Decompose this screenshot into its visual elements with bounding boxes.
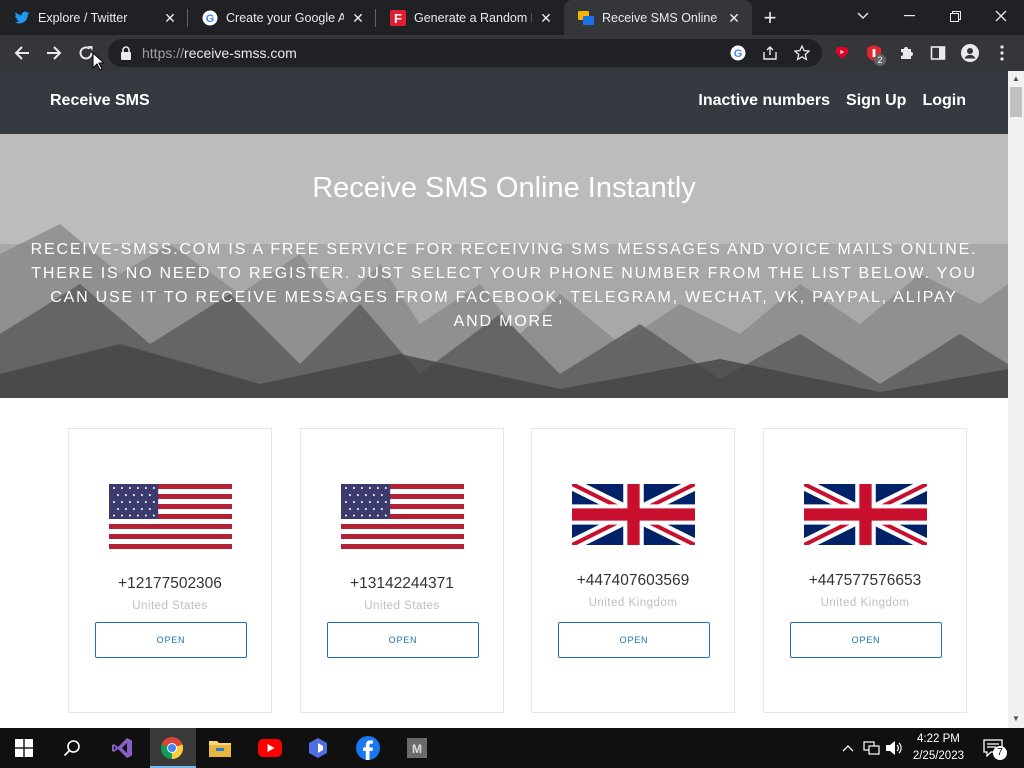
tab-title: Generate a Random Na	[414, 10, 532, 25]
country-name: United Kingdom	[820, 597, 910, 609]
close-tab-icon[interactable]: ✕	[350, 10, 366, 26]
phone-number: +12177502306	[118, 575, 222, 592]
extension-badge: 2	[874, 54, 886, 66]
open-number-button[interactable]: OPEN	[558, 622, 710, 658]
hero-description: RECEIVE-SMSS.COM IS A FREE SERVICE FOR R…	[30, 241, 978, 330]
chrome-icon[interactable]	[160, 736, 184, 760]
tab-search-icon[interactable]	[840, 0, 886, 32]
scroll-down-arrow-icon[interactable]: ▼	[1012, 715, 1020, 723]
us-flag-icon	[109, 484, 232, 549]
restore-icon[interactable]	[932, 0, 978, 32]
phone-number: +13142244371	[350, 575, 454, 592]
open-number-button[interactable]: OPEN	[790, 622, 942, 658]
uk-flag-icon	[572, 484, 695, 545]
visual-studio-icon[interactable]	[110, 736, 134, 760]
phone-number: +447577576653	[808, 572, 922, 589]
clock-time: 4:22 PM	[917, 733, 960, 745]
mouse-cursor-icon	[92, 52, 104, 71]
phone-card: +447577576653 United Kingdom OPEN	[763, 428, 967, 713]
open-number-button[interactable]: OPEN	[95, 622, 247, 658]
new-tab-button[interactable]: +	[752, 0, 788, 35]
tab-title: Receive SMS Online | Te	[602, 10, 720, 25]
phone-card: +447407603569 United Kingdom OPEN	[531, 428, 735, 713]
google-icon: G	[202, 10, 218, 26]
scrollbar-thumb[interactable]	[1010, 87, 1022, 117]
close-tab-icon[interactable]: ✕	[162, 10, 178, 26]
us-flag-icon	[341, 484, 464, 549]
country-name: United Kingdom	[588, 597, 678, 609]
svg-text:M: M	[412, 742, 422, 756]
twitter-icon	[14, 10, 30, 26]
start-icon[interactable]	[12, 736, 36, 760]
url-text: https://receive-smss.com	[142, 45, 297, 61]
tab-google[interactable]: G Create your Google Acco ✕	[188, 0, 376, 35]
menu-kebab-icon[interactable]	[992, 43, 1012, 63]
phone-card: +13142244371 United States OPEN	[300, 428, 504, 713]
youtube-icon[interactable]	[258, 736, 282, 760]
facebook-icon[interactable]	[356, 736, 380, 760]
back-button[interactable]	[6, 37, 38, 69]
browser-toolbar: https://receive-smss.com G 2	[0, 35, 1024, 71]
close-tab-icon[interactable]: ✕	[538, 10, 554, 26]
site-navbar: Receive SMS Inactive numbers Sign Up Log…	[0, 71, 1008, 134]
network-icon[interactable]	[860, 736, 884, 760]
notification-badge: 7	[993, 746, 1007, 760]
adblock-extension-icon[interactable]: 2	[864, 43, 886, 66]
site-nav-links: Inactive numbers Sign Up Login	[698, 92, 966, 110]
svg-text:G: G	[734, 48, 743, 60]
svg-text:F: F	[394, 11, 402, 26]
forward-button[interactable]	[38, 37, 70, 69]
hero-title: Receive SMS Online Instantly	[312, 172, 696, 204]
windows-taskbar: M 4:22 PM 2/25/2023 7	[0, 728, 1024, 768]
m-app-icon[interactable]: M	[405, 736, 429, 760]
tab-fakename[interactable]: F Generate a Random Na ✕	[376, 0, 564, 35]
file-explorer-icon[interactable]	[208, 736, 232, 760]
clock-date: 2/25/2023	[912, 750, 964, 762]
back-arrow-icon	[14, 46, 29, 60]
phone-card: +12177502306 United States OPEN	[68, 428, 272, 713]
scroll-up-arrow-icon[interactable]: ▲	[1012, 75, 1020, 83]
address-bar[interactable]: https://receive-smss.com	[108, 39, 822, 67]
nav-inactive-numbers[interactable]: Inactive numbers	[698, 92, 830, 110]
page-scrollbar[interactable]: ▲ ▼	[1008, 71, 1024, 728]
forward-arrow-icon	[47, 46, 62, 60]
lock-icon	[121, 46, 131, 60]
bookmark-star-icon[interactable]	[792, 43, 812, 63]
country-name: United States	[364, 600, 440, 612]
phone-number-cards: +12177502306 United States OPEN +1314224…	[68, 428, 968, 728]
notification-center-icon[interactable]: 7	[981, 736, 1007, 760]
tab-receive-sms[interactable]: Receive SMS Online | Te ✕	[564, 0, 752, 35]
youtube-extension-icon[interactable]	[832, 43, 852, 63]
share-icon[interactable]	[760, 43, 780, 63]
nav-login[interactable]: Login	[922, 92, 966, 110]
search-icon[interactable]	[60, 736, 84, 760]
svg-text:G: G	[206, 13, 215, 25]
receive-sms-icon	[578, 10, 594, 26]
chevron-up-icon[interactable]	[836, 736, 860, 760]
tab-twitter[interactable]: Explore / Twitter ✕	[0, 0, 188, 35]
open-number-button[interactable]: OPEN	[327, 622, 479, 658]
google-lens-icon[interactable]: G	[728, 43, 748, 63]
fakename-icon: F	[390, 9, 406, 26]
close-window-icon[interactable]	[978, 0, 1024, 32]
country-name: United States	[132, 600, 208, 612]
app-icon[interactable]	[306, 736, 330, 760]
web-page: Receive SMS Inactive numbers Sign Up Log…	[0, 71, 1008, 728]
uk-flag-icon	[804, 484, 927, 545]
tab-title: Explore / Twitter	[38, 10, 128, 25]
profile-avatar-icon[interactable]	[960, 43, 980, 63]
extensions-puzzle-icon[interactable]	[896, 43, 916, 63]
minimize-icon[interactable]	[886, 0, 932, 32]
nav-sign-up[interactable]: Sign Up	[846, 92, 906, 110]
volume-icon[interactable]	[882, 736, 906, 760]
hero-banner: Receive SMS Online Instantly RECEIVE-SMS…	[0, 134, 1008, 398]
side-panel-icon[interactable]	[928, 43, 948, 63]
site-brand-link[interactable]: Receive SMS	[50, 92, 150, 110]
close-tab-icon[interactable]: ✕	[726, 10, 742, 26]
phone-number: +447407603569	[576, 572, 690, 589]
system-clock[interactable]: 4:22 PM 2/25/2023	[913, 731, 964, 765]
tab-title: Create your Google Acco	[226, 10, 344, 25]
